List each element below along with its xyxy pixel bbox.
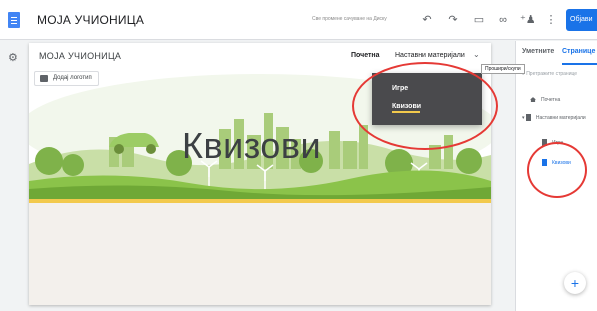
home-icon [530, 97, 536, 103]
annotation-circle-dropdown [352, 62, 498, 150]
nav-materials-link[interactable]: Наставни материјали [395, 52, 465, 59]
editor-window: МОЈА УЧИОНИЦА Све промене сачуване на Ди… [0, 0, 597, 311]
more-vert-icon[interactable]: ⋮ [544, 13, 558, 27]
search-placeholder: Претражите странице [526, 71, 578, 77]
tree-item-home[interactable]: Почетна [530, 97, 560, 103]
undo-icon[interactable]: ↶ [420, 13, 434, 27]
tab-insert[interactable]: Уметните [522, 48, 554, 55]
app-title[interactable]: МОЈА УЧИОНИЦА [37, 13, 144, 27]
tree-item-materials[interactable]: ▾ Наставни материјали [522, 114, 586, 121]
link-icon[interactable]: ∞ [496, 13, 510, 27]
add-person-icon[interactable]: ⁺♟ [520, 13, 536, 27]
add-logo-label: Додај логотип [53, 75, 92, 81]
page-body[interactable] [29, 203, 491, 305]
image-icon [40, 75, 48, 82]
tree-label: Наставни материјали [535, 114, 586, 121]
tree-label: Почетна [541, 97, 561, 103]
search-pages-input[interactable]: ⌕ Претражите странице [522, 71, 577, 77]
add-logo-button[interactable]: Додај логотип [34, 71, 99, 86]
expand-tooltip: Прошири/скупи [481, 64, 525, 74]
tab-pages[interactable]: Странице [562, 48, 595, 55]
redo-icon[interactable]: ↷ [446, 13, 460, 27]
gear-icon[interactable]: ⚙ [8, 51, 18, 64]
annotation-circle-tree [527, 142, 587, 198]
nav-home-link[interactable]: Почетна [351, 52, 380, 59]
save-status: Све промене сачуване на Диску [312, 16, 387, 22]
page-icon [525, 114, 531, 121]
left-gutter [0, 41, 26, 311]
site-name[interactable]: МОЈА УЧИОНИЦА [39, 51, 121, 61]
doc-icon[interactable] [8, 12, 20, 28]
chevron-down-icon[interactable]: ⌄ [473, 50, 480, 59]
banner-title[interactable]: Квизови [182, 125, 321, 167]
publish-button[interactable]: Објави [566, 9, 597, 31]
tab-underline [562, 63, 597, 65]
add-page-button[interactable]: + [564, 272, 586, 294]
preview-icon[interactable]: ▭ [472, 13, 486, 27]
app-bar: МОЈА УЧИОНИЦА Све промене сачуване на Ди… [0, 0, 597, 40]
